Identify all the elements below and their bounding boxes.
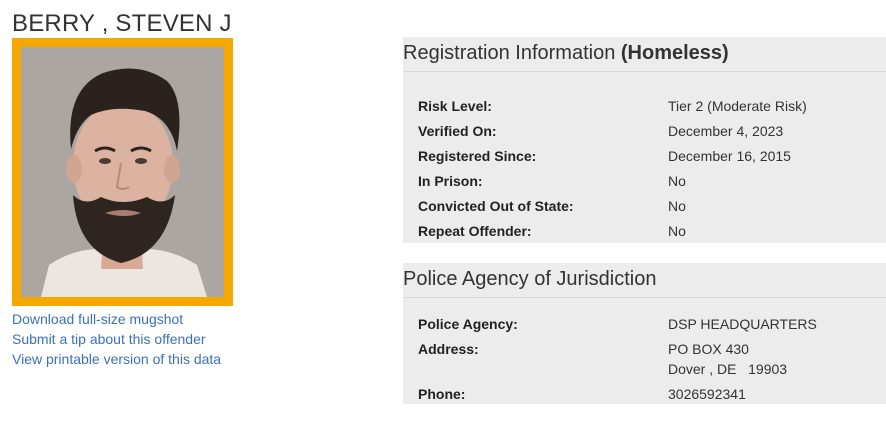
agency-title: Police Agency of Jurisdiction [403, 268, 657, 290]
police-agency-value: DSP HEADQUARTERS [668, 316, 817, 332]
download-mugshot-link[interactable]: Download full-size mugshot [12, 309, 221, 329]
convicted-out-of-state-value: No [668, 198, 686, 214]
risk-level-value: Tier 2 (Moderate Risk) [668, 98, 807, 114]
address-row: Address: PO BOX 430 Dover , DE 19903 [418, 339, 886, 379]
verified-on-row: Verified On: December 4, 2023 [418, 119, 886, 144]
submit-tip-link[interactable]: Submit a tip about this offender [12, 329, 221, 349]
registration-status: (Homeless) [620, 42, 729, 64]
in-prison-label: In Prison: [418, 173, 483, 189]
registration-title: Registration Information [403, 42, 616, 64]
convicted-out-of-state-label: Convicted Out of State: [418, 198, 574, 214]
registered-since-row: Registered Since: December 16, 2015 [418, 144, 886, 169]
phone-label: Phone: [418, 386, 466, 402]
in-prison-value: No [668, 173, 686, 189]
registered-since-value: December 16, 2015 [668, 148, 791, 164]
registration-panel: Registration Information (Homeless) Risk… [403, 37, 886, 243]
printable-version-link[interactable]: View printable version of this data [12, 349, 221, 369]
address-label: Address: [418, 341, 479, 357]
police-agency-label: Police Agency: [418, 316, 518, 332]
mugshot-photo [21, 47, 224, 297]
convicted-out-of-state-row: Convicted Out of State: No [418, 194, 886, 219]
police-agency-row: Police Agency: DSP HEADQUARTERS [418, 314, 886, 334]
offender-name: BERRY , STEVEN J [12, 10, 232, 37]
mugshot-frame [12, 38, 233, 306]
registered-since-label: Registered Since: [418, 148, 537, 164]
phone-value: 3026592341 [668, 386, 746, 402]
address-value: PO BOX 430 Dover , DE 19903 [668, 339, 787, 379]
phone-row: Phone: 3026592341 [418, 384, 886, 404]
agency-header: Police Agency of Jurisdiction [403, 263, 886, 298]
risk-level-label: Risk Level: [418, 98, 492, 114]
address-line-2: Dover , DE 19903 [668, 361, 788, 377]
verified-on-value: December 4, 2023 [668, 123, 784, 139]
repeat-offender-row: Repeat Offender: No [418, 219, 886, 244]
photo-links: Download full-size mugshot Submit a tip … [12, 309, 221, 369]
agency-panel: Police Agency of Jurisdiction Police Age… [403, 263, 886, 404]
risk-level-row: Risk Level: Tier 2 (Moderate Risk) [418, 94, 886, 119]
verified-on-label: Verified On: [418, 123, 497, 139]
repeat-offender-value: No [668, 223, 686, 239]
repeat-offender-label: Repeat Offender: [418, 223, 532, 239]
registration-header: Registration Information (Homeless) [403, 37, 886, 72]
address-line-1: PO BOX 430 [668, 341, 749, 357]
in-prison-row: In Prison: No [418, 169, 886, 194]
